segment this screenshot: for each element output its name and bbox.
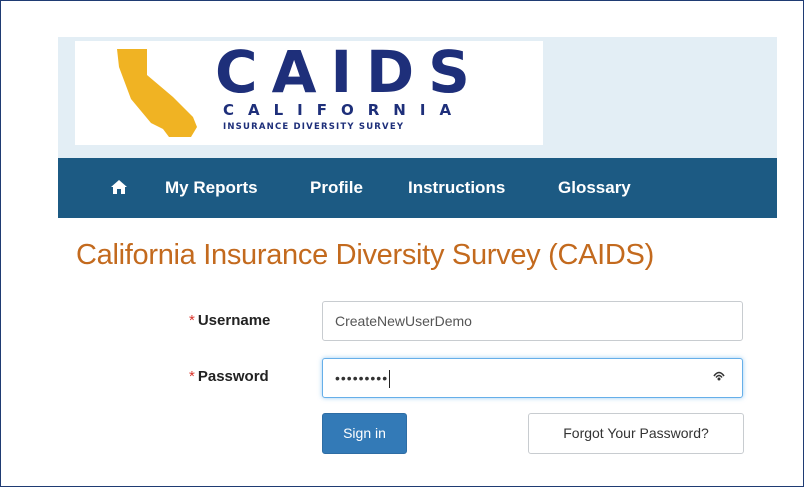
california-state-icon bbox=[117, 49, 197, 137]
username-value: CreateNewUserDemo bbox=[335, 313, 472, 329]
window-frame: CAIDS CALIFORNIA INSURANCE DIVERSITY SUR… bbox=[0, 0, 804, 487]
home-icon bbox=[111, 180, 127, 195]
logo-state: CALIFORNIA bbox=[223, 101, 466, 119]
password-label: * Password bbox=[189, 368, 269, 385]
password-label-text: Password bbox=[197, 368, 269, 385]
nav-home[interactable] bbox=[110, 158, 128, 218]
username-label: * Username bbox=[189, 312, 270, 329]
required-marker: * bbox=[189, 368, 195, 385]
nav-instructions[interactable]: Instructions bbox=[408, 158, 505, 218]
page-title: California Insurance Diversity Survey (C… bbox=[76, 239, 654, 271]
eye-icon[interactable] bbox=[713, 370, 725, 382]
text-cursor bbox=[389, 370, 391, 389]
forgot-password-button[interactable]: Forgot Your Password? bbox=[528, 413, 744, 454]
nav-profile[interactable]: Profile bbox=[310, 158, 363, 218]
username-input[interactable]: CreateNewUserDemo bbox=[322, 301, 743, 341]
site-logo[interactable]: CAIDS CALIFORNIA INSURANCE DIVERSITY SUR… bbox=[75, 41, 543, 145]
sign-in-button[interactable]: Sign in bbox=[322, 413, 407, 454]
logo-subtitle: INSURANCE DIVERSITY SURVEY bbox=[223, 122, 405, 132]
required-marker: * bbox=[189, 312, 195, 329]
password-input[interactable]: ••••••••• bbox=[322, 358, 743, 398]
nav-my-reports[interactable]: My Reports bbox=[165, 158, 258, 218]
logo-title: CAIDS bbox=[215, 38, 484, 106]
password-value: ••••••••• bbox=[335, 370, 389, 386]
main-navbar: My Reports Profile Instructions Glossary bbox=[58, 158, 777, 218]
username-label-text: Username bbox=[197, 312, 271, 329]
nav-glossary[interactable]: Glossary bbox=[558, 158, 631, 218]
